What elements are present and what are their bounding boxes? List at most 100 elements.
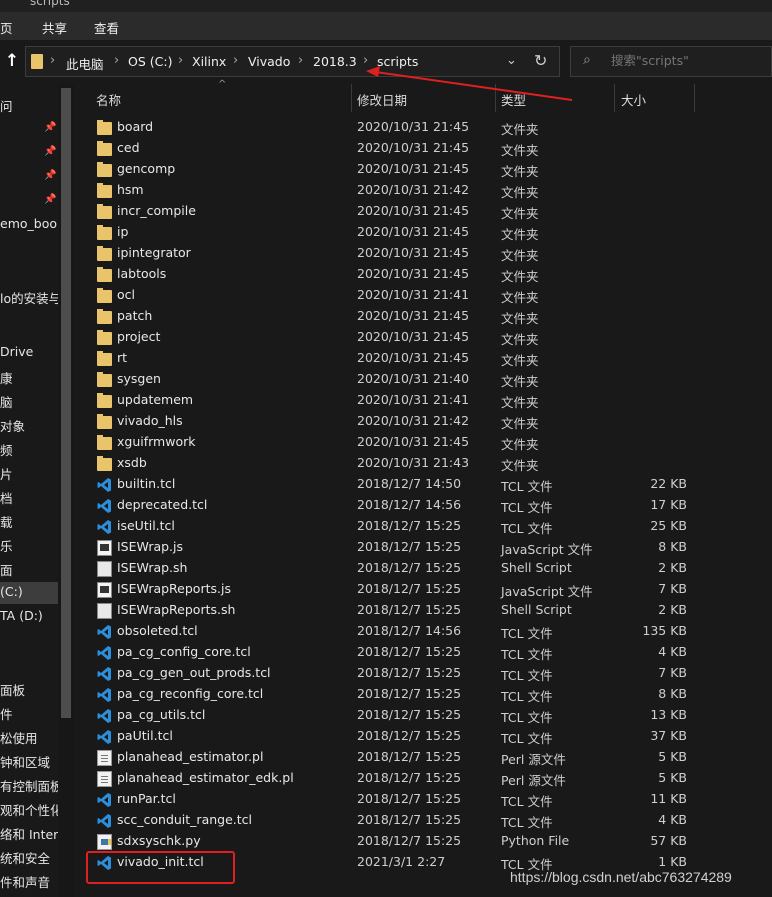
nav-item[interactable]: 钟和区域	[0, 752, 50, 771]
file-row[interactable]: ipintegrator 2020/10/31 21:45 文件夹	[85, 243, 765, 264]
breadcrumb-xilinx[interactable]: Xilinx	[192, 54, 226, 69]
nav-item[interactable]: 乐	[0, 536, 13, 555]
file-row[interactable]: xsdb 2020/10/31 21:43 文件夹	[85, 453, 765, 474]
file-date: 2018/12/7 15:25	[357, 665, 462, 680]
nav-item[interactable]: 片	[0, 464, 13, 483]
file-row[interactable]: ISEWrap.sh 2018/12/7 15:25 Shell Script 2 K…	[85, 558, 765, 579]
breadcrumb-this-pc[interactable]: 此电脑	[66, 54, 104, 73]
nav-item[interactable]: emo_book	[0, 216, 58, 231]
vscode-icon	[97, 729, 112, 745]
folder-icon	[31, 54, 43, 69]
file-date: 2018/12/7 15:25	[357, 686, 462, 701]
file-name: iseUtil.tcl	[117, 518, 175, 533]
file-row[interactable]: project 2020/10/31 21:45 文件夹	[85, 327, 765, 348]
file-row[interactable]: ip 2020/10/31 21:45 文件夹	[85, 222, 765, 243]
nav-item[interactable]: 面板	[0, 680, 25, 699]
folder-icon	[97, 414, 112, 429]
file-row[interactable]: planahead_estimator.pl 2018/12/7 15:25 Per…	[85, 747, 765, 768]
search-box[interactable]: ⌕	[570, 46, 772, 77]
file-row[interactable]: paUtil.tcl 2018/12/7 15:25 TCL 文件 37 KB	[85, 726, 765, 747]
nav-item[interactable]: 面	[0, 560, 13, 579]
file-row[interactable]: builtin.tcl 2018/12/7 14:50 TCL 文件 22 KB	[85, 474, 765, 495]
column-header-name[interactable]: 名称	[96, 90, 121, 109]
ribbon-tab-page[interactable]: 页	[0, 18, 13, 37]
column-header-size[interactable]: 大小	[621, 90, 646, 109]
file-row[interactable]: vivado_hls 2020/10/31 21:42 文件夹	[85, 411, 765, 432]
file-row[interactable]: hsm 2020/10/31 21:42 文件夹	[85, 180, 765, 201]
file-row[interactable]: obsoleted.tcl 2018/12/7 14:56 TCL 文件 135 KB	[85, 621, 765, 642]
refresh-icon[interactable]: ↻	[534, 51, 547, 70]
file-row[interactable]: pa_cg_gen_out_prods.tcl 2018/12/7 15:25 TC…	[85, 663, 765, 684]
chevron-right-icon: ›	[298, 53, 304, 68]
search-input[interactable]	[611, 53, 761, 68]
file-row[interactable]: board 2020/10/31 21:45 文件夹	[85, 117, 765, 138]
file-name: incr_compile	[117, 203, 196, 218]
file-size: 8 KB	[658, 539, 687, 554]
file-row[interactable]: xguifrmwork 2020/10/31 21:45 文件夹	[85, 432, 765, 453]
nav-item[interactable]: 脑	[0, 392, 13, 411]
chevron-down-icon[interactable]: ⌄	[506, 53, 517, 68]
ribbon-tab-view[interactable]: 查看	[94, 18, 119, 37]
file-size: 17 KB	[650, 497, 687, 512]
file-size: 25 KB	[650, 518, 687, 533]
file-row[interactable]: sysgen 2020/10/31 21:40 文件夹	[85, 369, 765, 390]
nav-item-drive-d[interactable]: TA (D:)	[0, 608, 43, 623]
column-divider[interactable]	[351, 84, 352, 112]
file-row[interactable]: scc_conduit_range.tcl 2018/12/7 15:25 TCL …	[85, 810, 765, 831]
nav-item[interactable]: 件和声音	[0, 872, 50, 891]
nav-item[interactable]: 问	[0, 96, 13, 115]
file-row[interactable]: updatemem 2020/10/31 21:41 文件夹	[85, 390, 765, 411]
nav-item[interactable]: 件	[0, 704, 13, 723]
file-row[interactable]: ISEWrapReports.js 2018/12/7 15:25 JavaScri…	[85, 579, 765, 600]
file-type: Perl 源文件	[501, 752, 566, 767]
file-row[interactable]: deprecated.tcl 2018/12/7 14:56 TCL 文件 17 KB	[85, 495, 765, 516]
address-bar[interactable]: › 此电脑 › OS (C:) › Xilinx › Vivado › 2018…	[25, 46, 560, 77]
breadcrumb-scripts[interactable]: scripts	[377, 54, 418, 69]
file-type: 文件夹	[501, 374, 539, 389]
nav-item[interactable]: 频	[0, 440, 13, 459]
file-row[interactable]: incr_compile 2020/10/31 21:45 文件夹	[85, 201, 765, 222]
column-divider[interactable]	[694, 84, 695, 112]
column-divider[interactable]	[614, 84, 615, 112]
file-row[interactable]: pa_cg_config_core.tcl 2018/12/7 15:25 TCL …	[85, 642, 765, 663]
vscode-icon	[97, 708, 112, 724]
file-row[interactable]: sdxsyschk.py 2018/12/7 15:25 Python File 57…	[85, 831, 765, 852]
file-row[interactable]: gencomp 2020/10/31 21:45 文件夹	[85, 159, 765, 180]
nav-item[interactable]: 对象	[0, 416, 25, 435]
file-row[interactable]: pa_cg_reconfig_core.tcl 2018/12/7 15:25 TC…	[85, 684, 765, 705]
file-type: TCL 文件	[501, 689, 553, 704]
file-row[interactable]: pa_cg_utils.tcl 2018/12/7 15:25 TCL 文件 13 K…	[85, 705, 765, 726]
file-row[interactable]: ISEWrap.js 2018/12/7 15:25 JavaScript 文件 8 …	[85, 537, 765, 558]
up-arrow-icon[interactable]: ↑	[3, 51, 21, 71]
file-row[interactable]: patch 2020/10/31 21:45 文件夹	[85, 306, 765, 327]
nav-item-onedrive[interactable]: Drive	[0, 344, 33, 359]
column-divider[interactable]	[495, 84, 496, 112]
nav-item[interactable]: 观和个性化	[0, 800, 58, 819]
nav-item[interactable]: 络和 Interne	[0, 824, 58, 843]
file-row[interactable]: ocl 2020/10/31 21:41 文件夹	[85, 285, 765, 306]
nav-item[interactable]: 松使用	[0, 728, 38, 747]
file-row[interactable]: runPar.tcl 2018/12/7 15:25 TCL 文件 11 KB	[85, 789, 765, 810]
nav-scrollbar-thumb[interactable]	[61, 88, 71, 718]
file-row[interactable]: labtools 2020/10/31 21:45 文件夹	[85, 264, 765, 285]
file-row[interactable]: ced 2020/10/31 21:45 文件夹	[85, 138, 765, 159]
column-header-type[interactable]: 类型	[501, 90, 526, 109]
nav-item[interactable]: 统和安全	[0, 848, 50, 867]
file-row[interactable]: iseUtil.tcl 2018/12/7 15:25 TCL 文件 25 KB	[85, 516, 765, 537]
nav-item[interactable]: 康	[0, 368, 13, 387]
nav-item[interactable]: 载	[0, 512, 13, 531]
folder-icon	[97, 141, 112, 156]
breadcrumb-version[interactable]: 2018.3	[313, 54, 357, 69]
file-row[interactable]: rt 2020/10/31 21:45 文件夹	[85, 348, 765, 369]
ribbon-tab-share[interactable]: 共享	[42, 18, 67, 37]
nav-item[interactable]: lo的安装与	[0, 288, 58, 307]
breadcrumb-vivado[interactable]: Vivado	[248, 54, 290, 69]
nav-item-drive-c[interactable]: (C:)	[0, 582, 58, 604]
column-header-date[interactable]: 修改日期	[357, 90, 407, 109]
nav-item[interactable]: 档	[0, 488, 13, 507]
nav-scrollbar[interactable]	[58, 84, 75, 897]
file-row[interactable]: planahead_estimator_edk.pl 2018/12/7 15:2…	[85, 768, 765, 789]
file-row[interactable]: ISEWrapReports.sh 2018/12/7 15:25 Shell Sc…	[85, 600, 765, 621]
nav-item[interactable]: 有控制面板项	[0, 776, 58, 795]
breadcrumb-os-c[interactable]: OS (C:)	[128, 54, 172, 69]
